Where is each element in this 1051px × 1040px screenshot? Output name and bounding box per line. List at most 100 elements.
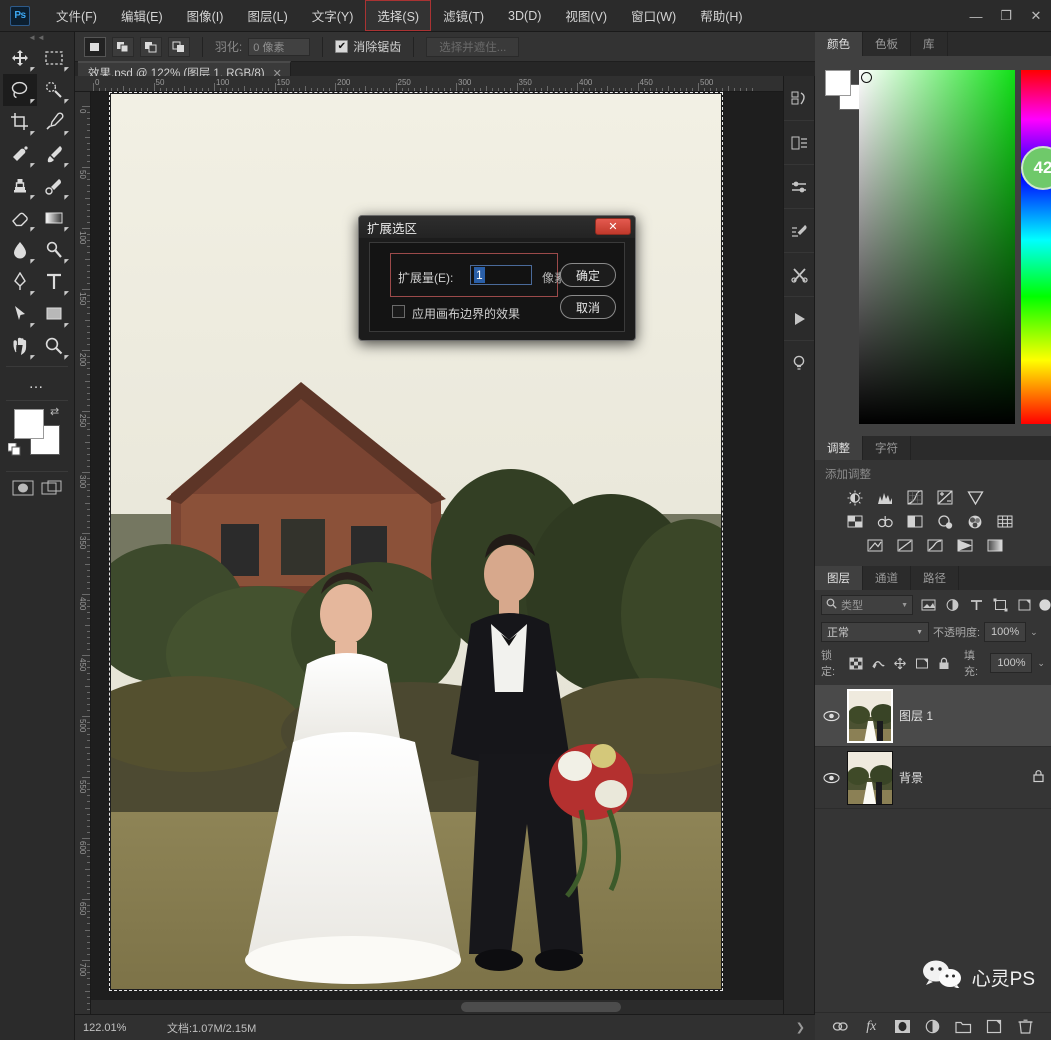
- move-tool[interactable]: ◤: [3, 42, 37, 74]
- default-colors-icon[interactable]: [7, 442, 21, 456]
- tab-颜色[interactable]: 颜色: [815, 32, 863, 56]
- delete-layer-icon[interactable]: [1015, 1017, 1035, 1037]
- type-filter-icon[interactable]: [966, 595, 986, 615]
- layer-thumbnail[interactable]: [847, 688, 893, 743]
- eraser-tool[interactable]: ◤: [3, 202, 37, 234]
- layer-row[interactable]: 背景: [815, 747, 1051, 809]
- color-lookup-icon[interactable]: [995, 513, 1015, 531]
- scrollbar-thumb[interactable]: [461, 1002, 621, 1012]
- chevron-down-icon[interactable]: ▼: [916, 629, 923, 636]
- chevron-down-icon[interactable]: ⌄: [1037, 658, 1045, 669]
- lock-position-icon[interactable]: [892, 653, 909, 673]
- swap-colors-icon[interactable]: ⇄: [50, 405, 59, 418]
- new-layer-icon[interactable]: [985, 1017, 1005, 1037]
- add-mask-icon[interactable]: [892, 1017, 912, 1037]
- tab-路径[interactable]: 路径: [911, 566, 959, 590]
- menu-layer[interactable]: 图层(L): [235, 0, 299, 31]
- menu-type[interactable]: 文字(Y): [300, 0, 366, 31]
- tab-调整[interactable]: 调整: [815, 436, 863, 460]
- selection-mode-intersect[interactable]: [167, 36, 190, 57]
- smart-filter-icon[interactable]: [1014, 595, 1034, 615]
- posterize-icon[interactable]: [895, 537, 915, 555]
- crop-tool[interactable]: ◤: [3, 106, 37, 138]
- layer-visibility-icon[interactable]: [821, 710, 841, 722]
- panel-grip[interactable]: ◄◄: [0, 32, 74, 42]
- document-image[interactable]: [111, 94, 721, 989]
- layer-visibility-icon[interactable]: [821, 772, 841, 784]
- menu-edit[interactable]: 编辑(E): [109, 0, 175, 31]
- color-picker-marker-icon[interactable]: [861, 72, 872, 83]
- opacity-value[interactable]: 100%: [984, 622, 1027, 642]
- threshold-icon[interactable]: [925, 537, 945, 555]
- shape-filter-icon[interactable]: [990, 595, 1010, 615]
- link-layers-icon[interactable]: [830, 1017, 850, 1037]
- hue-saturation-icon[interactable]: [845, 513, 865, 531]
- horizontal-scrollbar[interactable]: [91, 1000, 801, 1014]
- invert-icon[interactable]: [865, 537, 885, 555]
- pen-tool[interactable]: ◤: [3, 266, 37, 298]
- zoom-level[interactable]: 122.01%: [75, 1022, 155, 1034]
- feather-input[interactable]: 0 像素: [248, 37, 311, 56]
- select-and-mask-button[interactable]: 选择并遮住...: [426, 36, 520, 57]
- selective-color-icon[interactable]: [985, 537, 1005, 555]
- pixel-filter-icon[interactable]: [918, 595, 938, 615]
- menu-window[interactable]: 窗口(W): [619, 0, 688, 31]
- layer-row[interactable]: 图层 1: [815, 685, 1051, 747]
- new-adjustment-icon[interactable]: [923, 1017, 943, 1037]
- photo-filter-icon[interactable]: [935, 513, 955, 531]
- menu-view[interactable]: 视图(V): [553, 0, 619, 31]
- tab-图层[interactable]: 图层: [815, 566, 863, 590]
- zoom-tool[interactable]: ◤: [37, 330, 71, 362]
- selection-mode-new[interactable]: [83, 36, 106, 57]
- vibrance-icon[interactable]: [965, 489, 985, 507]
- lock-all-icon[interactable]: [936, 653, 953, 673]
- dodge-tool[interactable]: ◤: [37, 234, 71, 266]
- color-field[interactable]: [859, 70, 1015, 424]
- more-tools-icon[interactable]: …: [29, 375, 46, 392]
- canvas-viewport[interactable]: [91, 92, 801, 1000]
- blur-tool[interactable]: ◤: [3, 234, 37, 266]
- fill-value[interactable]: 100%: [990, 653, 1033, 673]
- screen-mode-icon[interactable]: [41, 480, 63, 499]
- foreground-color-swatch[interactable]: [14, 409, 44, 439]
- menu-help[interactable]: 帮助(H): [688, 0, 754, 31]
- color-balance-icon[interactable]: [875, 513, 895, 531]
- tool-presets-icon[interactable]: [784, 252, 814, 296]
- actions-panel-icon[interactable]: [784, 296, 814, 340]
- menu-3d[interactable]: 3D(D): [496, 3, 553, 29]
- layer-thumbnail[interactable]: [847, 750, 893, 805]
- tab-色板[interactable]: 色板: [863, 32, 911, 56]
- properties-panel-icon[interactable]: [784, 120, 814, 164]
- channel-mixer-icon[interactable]: [965, 513, 985, 531]
- adjustments-panel-icon[interactable]: [784, 164, 814, 208]
- new-group-icon[interactable]: [954, 1017, 974, 1037]
- quick-mask-icon[interactable]: [12, 480, 34, 499]
- blend-mode-select[interactable]: 正常 ▼: [821, 622, 929, 642]
- hue-strip[interactable]: [1021, 70, 1051, 424]
- menu-file[interactable]: 文件(F): [44, 0, 109, 31]
- exposure-icon[interactable]: [935, 489, 955, 507]
- filter-toggle-icon[interactable]: [1038, 595, 1051, 615]
- clone-stamp-tool[interactable]: ◤: [3, 170, 37, 202]
- maximize-button[interactable]: ❐: [991, 0, 1021, 32]
- gradient-map-icon[interactable]: [955, 537, 975, 555]
- history-brush-tool[interactable]: ◤: [37, 170, 71, 202]
- adjustment-filter-icon[interactable]: [942, 595, 962, 615]
- layer-filter-select[interactable]: 类型 ▼: [821, 595, 913, 615]
- hand-tool[interactable]: ◤: [3, 330, 37, 362]
- shape-tool[interactable]: ◤: [37, 298, 71, 330]
- marquee-tool[interactable]: ◤: [37, 42, 71, 74]
- tab-库[interactable]: 库: [911, 32, 948, 56]
- path-select-tool[interactable]: ◤: [3, 298, 37, 330]
- chevron-down-icon[interactable]: ⌄: [1030, 627, 1038, 638]
- lock-image-icon[interactable]: [870, 653, 887, 673]
- tab-字符[interactable]: 字符: [863, 436, 911, 460]
- menu-image[interactable]: 图像(I): [175, 0, 236, 31]
- close-button[interactable]: ✕: [1021, 0, 1051, 32]
- black-white-icon[interactable]: [905, 513, 925, 531]
- brightness-contrast-icon[interactable]: [845, 489, 865, 507]
- status-expand-icon[interactable]: ❯: [796, 1021, 815, 1034]
- tab-通道[interactable]: 通道: [863, 566, 911, 590]
- gradient-tool[interactable]: ◤: [37, 202, 71, 234]
- antialias-checkbox[interactable]: ✔ 消除锯齿: [335, 38, 401, 55]
